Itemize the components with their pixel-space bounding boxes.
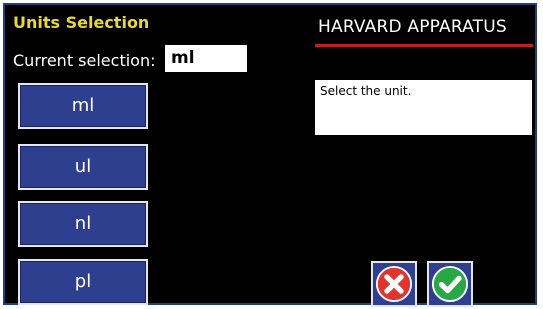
unit-button-nl[interactable]: nl (18, 201, 148, 247)
unit-button-ml[interactable]: ml (18, 83, 148, 129)
confirm-check-icon (431, 265, 469, 303)
prompt-message: Select the unit. (315, 80, 532, 135)
brand-name: HARVARD APPARATUS (318, 17, 507, 37)
current-selection-value: ml (165, 45, 247, 72)
current-selection-label: Current selection: (13, 51, 156, 70)
brand-underline (315, 44, 533, 47)
page-title: Units Selection (13, 13, 150, 32)
unit-button-ul[interactable]: ul (18, 144, 148, 190)
confirm-button[interactable] (427, 261, 473, 307)
unit-button-pl[interactable]: pl (18, 259, 148, 305)
units-selection-screen: Units Selection Current selection: ml HA… (3, 3, 537, 307)
cancel-x-icon (375, 265, 413, 303)
cancel-button[interactable] (371, 261, 417, 307)
